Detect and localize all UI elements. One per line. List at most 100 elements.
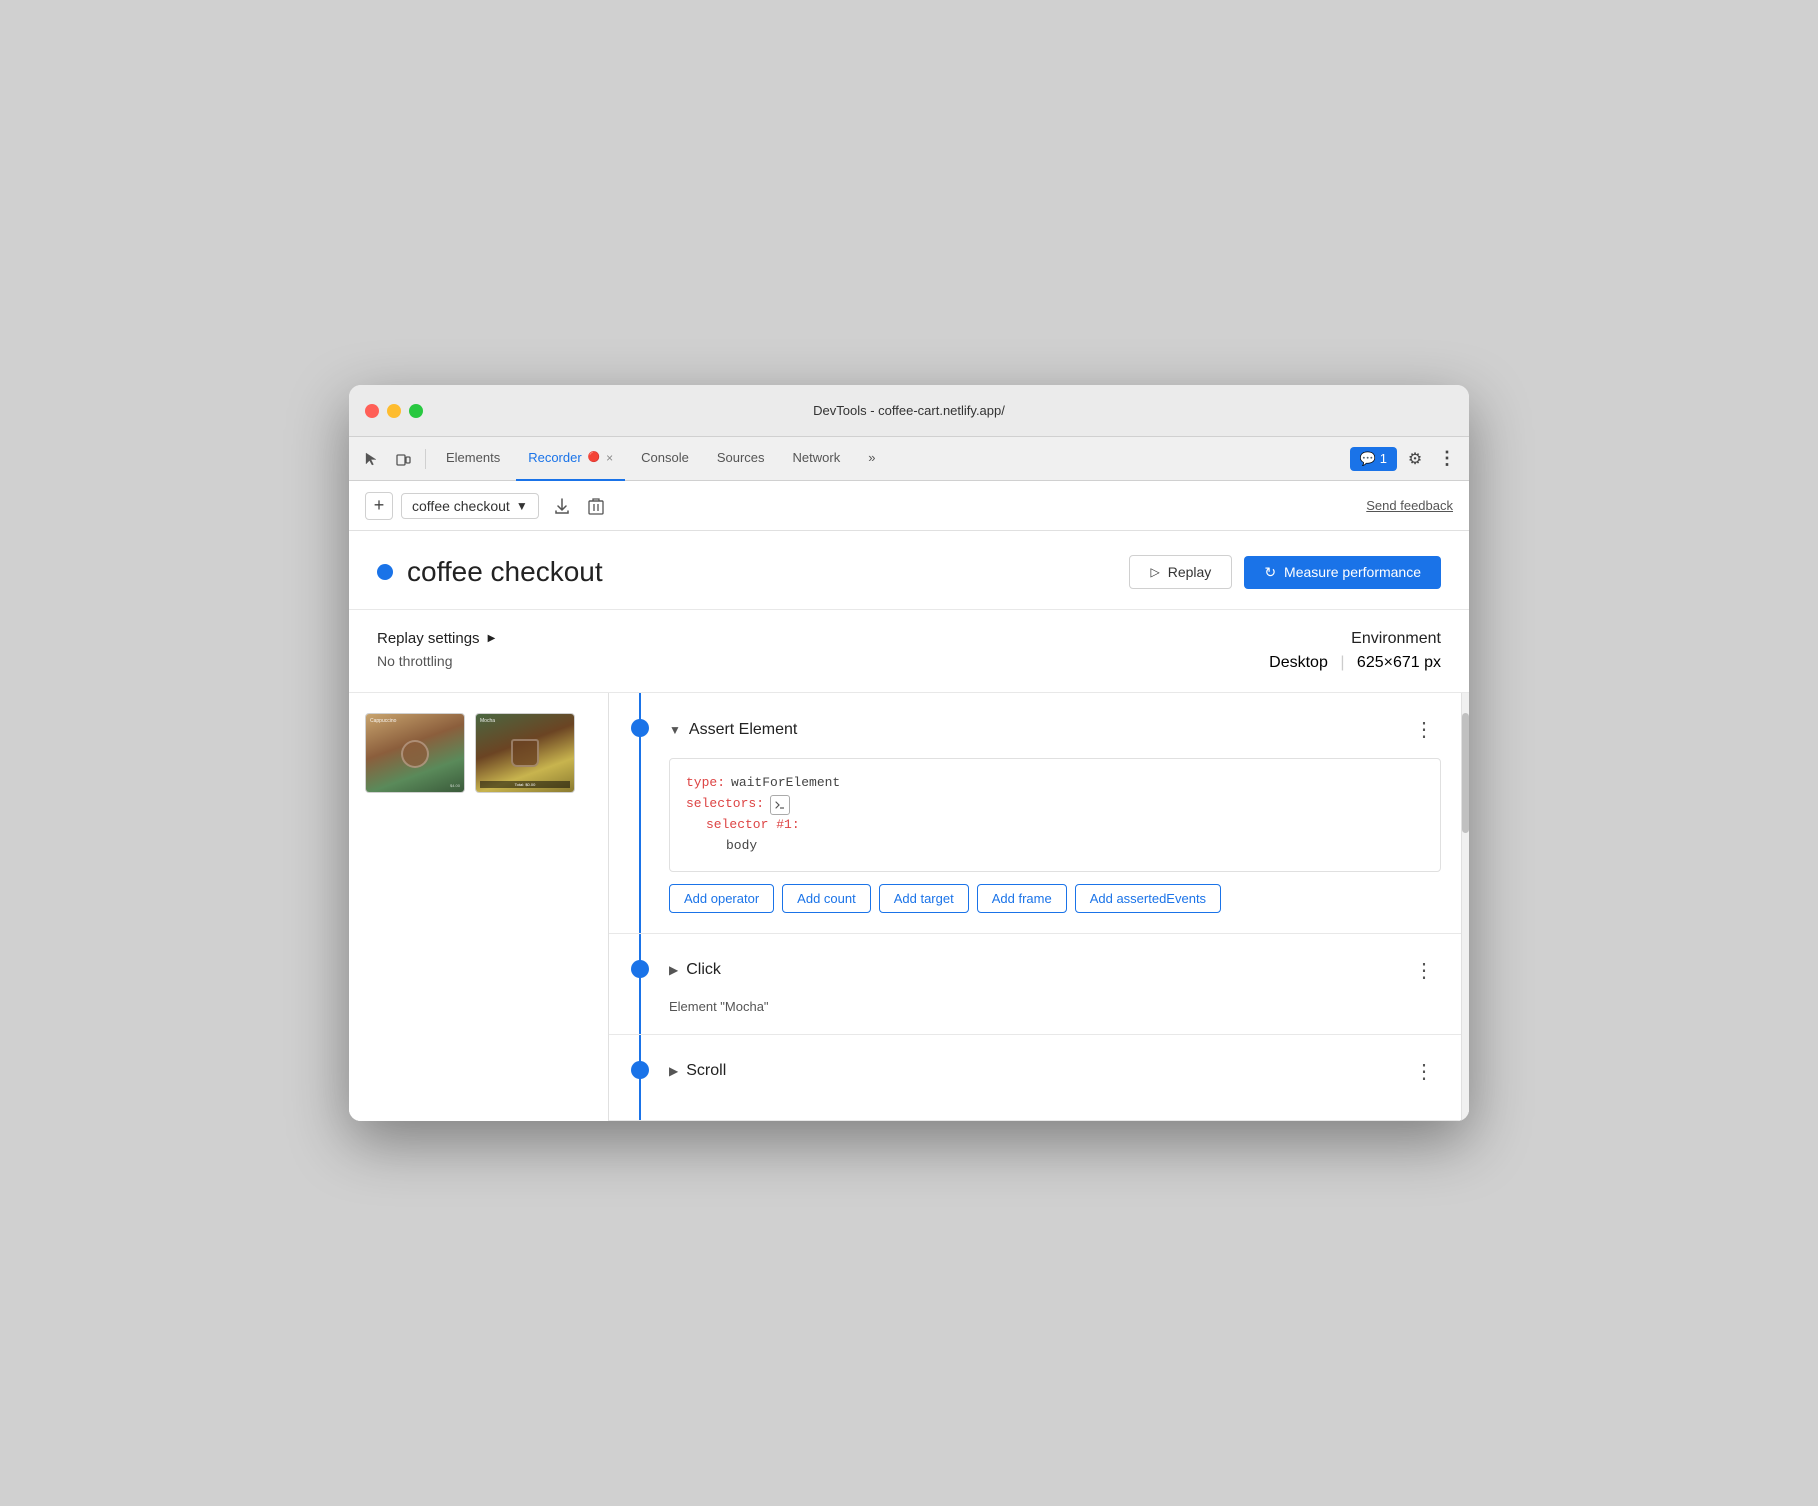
step-dot-1 <box>631 719 649 737</box>
cursor-tool-button[interactable] <box>357 445 385 473</box>
screenshot-thumb-2[interactable]: Mocha Total: $0.00 <box>475 713 575 793</box>
more-vert-icon-3: ⋮ <box>1414 1061 1433 1083</box>
minimize-button[interactable] <box>387 404 401 418</box>
step-click-more-button[interactable]: ⋮ <box>1406 954 1441 987</box>
resolution-label: 625×671 px <box>1357 654 1441 671</box>
recording-status-dot <box>377 564 393 580</box>
settings-button[interactable]: ⚙ <box>1401 445 1429 473</box>
tab-more[interactable]: » <box>856 437 887 481</box>
tab-console[interactable]: Console <box>629 437 701 481</box>
titlebar: DevTools - coffee-cart.netlify.app/ <box>349 385 1469 437</box>
add-asserted-events-button[interactable]: Add assertedEvents <box>1075 884 1221 913</box>
devtools-toolbar: Elements Recorder 🔴 × Console Sources Ne… <box>349 437 1469 481</box>
replay-settings-expand-icon: ▶ <box>488 633 496 644</box>
replay-play-icon: ▷ <box>1150 565 1159 579</box>
selector1-value: body <box>726 836 757 857</box>
recording-title: coffee checkout <box>407 556 1129 588</box>
desktop-label: Desktop <box>1269 654 1328 671</box>
environment-value: Desktop | 625×671 px <box>1269 654 1441 672</box>
toolbar-divider-1 <box>425 449 426 469</box>
device-toolbar-button[interactable] <box>389 445 417 473</box>
replay-button[interactable]: ▷ Replay <box>1129 555 1232 589</box>
environment-label: Environment <box>1269 630 1441 648</box>
steps-area: Cappuccino $4.00 Mocha <box>349 693 1469 1120</box>
step-scroll-header: ▶ Scroll ⋮ <box>669 1055 1441 1088</box>
env-divider: | <box>1340 654 1344 671</box>
window-title: DevTools - coffee-cart.netlify.app/ <box>813 403 1005 418</box>
recorder-tab-label: Recorder <box>528 450 581 465</box>
recording-actions <box>547 491 611 521</box>
tab-elements[interactable]: Elements <box>434 437 512 481</box>
type-key: type: <box>686 773 725 794</box>
scrollbar[interactable] <box>1461 693 1469 1120</box>
step-dot-2 <box>631 960 649 978</box>
measure-performance-button[interactable]: ↻ Measure performance <box>1244 556 1441 589</box>
export-recording-button[interactable] <box>547 491 577 521</box>
recording-name-label: coffee checkout <box>412 498 510 514</box>
chat-icon: 💬 <box>1360 451 1376 467</box>
type-value: waitForElement <box>731 773 840 794</box>
add-target-button[interactable]: Add target <box>879 884 969 913</box>
maximize-button[interactable] <box>409 404 423 418</box>
recorder-record-icon: 🔴 <box>588 452 600 463</box>
scrollbar-thumb[interactable] <box>1462 713 1469 833</box>
settings-right: Environment Desktop | 625×671 px <box>1269 630 1441 672</box>
step-assert-element-code: type: waitForElement selectors: <box>669 758 1441 871</box>
screenshot-panel: Cappuccino $4.00 Mocha <box>349 693 609 1120</box>
main-content: coffee checkout ▷ Replay ↻ Measure perfo… <box>349 531 1469 1120</box>
more-vert-icon-1: ⋮ <box>1414 719 1433 741</box>
settings-left: Replay settings ▶ No throttling <box>377 630 495 672</box>
step-scroll-more-button[interactable]: ⋮ <box>1406 1055 1441 1088</box>
step-click-header: ▶ Click ⋮ <box>669 954 1441 987</box>
step-scroll-title: Scroll <box>686 1062 1406 1080</box>
selector-icon <box>770 795 790 815</box>
delete-recording-button[interactable] <box>581 491 611 521</box>
recording-toolbar: + coffee checkout ▼ <box>349 481 1469 531</box>
screenshot-thumbnails: Cappuccino $4.00 Mocha <box>365 713 592 793</box>
tab-network[interactable]: Network <box>781 437 853 481</box>
send-feedback-link[interactable]: Send feedback <box>1366 498 1453 513</box>
tab-sources[interactable]: Sources <box>705 437 777 481</box>
step-click-title: Click <box>686 961 1406 979</box>
replay-settings-row[interactable]: Replay settings ▶ <box>377 630 495 647</box>
replay-settings-label: Replay settings <box>377 630 480 647</box>
recorder-close-icon[interactable]: × <box>606 451 613 465</box>
more-options-button[interactable]: ⋮ <box>1433 445 1461 473</box>
code-selector1-line: selector #1: <box>686 815 1424 836</box>
code-selector1-value-line: body <box>686 836 1424 857</box>
add-frame-button[interactable]: Add frame <box>977 884 1067 913</box>
step-click-subtitle: Element "Mocha" <box>669 999 1441 1014</box>
settings-bar: Replay settings ▶ No throttling Environm… <box>349 610 1469 693</box>
chevron-down-icon: ▼ <box>516 499 528 513</box>
code-selectors-line: selectors: <box>686 794 1424 815</box>
step-scroll: ▶ Scroll ⋮ <box>609 1035 1461 1121</box>
measure-icon: ↻ <box>1264 564 1276 581</box>
collapse-icon-2[interactable]: ▶ <box>669 963 678 977</box>
tab-recorder[interactable]: Recorder 🔴 × <box>516 437 625 481</box>
step-assert-element-actions: Add operator Add count Add target Add fr… <box>669 884 1441 913</box>
collapse-icon-1[interactable]: ▼ <box>669 723 681 737</box>
recording-name-dropdown[interactable]: coffee checkout ▼ <box>401 493 539 519</box>
new-recording-button[interactable]: + <box>365 492 393 520</box>
plus-icon: + <box>374 495 385 516</box>
screenshot-thumb-1[interactable]: Cappuccino $4.00 <box>365 713 465 793</box>
throttling-label: No throttling <box>377 653 495 669</box>
more-vert-icon-2: ⋮ <box>1414 960 1433 982</box>
steps-list: ▼ Assert Element ⋮ type: waitForElement … <box>609 693 1461 1120</box>
step-dot-3 <box>631 1061 649 1079</box>
collapse-icon-3[interactable]: ▶ <box>669 1064 678 1078</box>
code-type-line: type: waitForElement <box>686 773 1424 794</box>
selectors-key: selectors: <box>686 794 764 815</box>
add-count-button[interactable]: Add count <box>782 884 871 913</box>
chat-button[interactable]: 💬 1 <box>1350 447 1397 471</box>
traffic-lights <box>365 404 423 418</box>
toolbar-right: 💬 1 ⚙ ⋮ <box>1350 445 1461 473</box>
step-assert-element-header: ▼ Assert Element ⋮ <box>669 713 1441 746</box>
selector1-key: selector #1: <box>706 815 800 836</box>
close-button[interactable] <box>365 404 379 418</box>
add-operator-button[interactable]: Add operator <box>669 884 774 913</box>
step-assert-element-more-button[interactable]: ⋮ <box>1406 713 1441 746</box>
step-assert-element-title: Assert Element <box>689 721 1406 739</box>
step-assert-element: ▼ Assert Element ⋮ type: waitForElement … <box>609 693 1461 933</box>
recording-header: coffee checkout ▷ Replay ↻ Measure perfo… <box>349 531 1469 610</box>
